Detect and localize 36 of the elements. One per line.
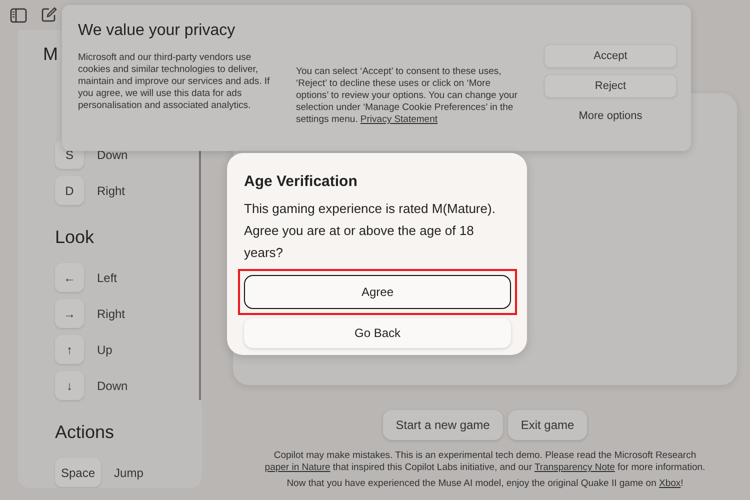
action-label: Right <box>97 306 126 320</box>
dialog-title: Age Verification <box>244 173 358 190</box>
key-cap: → <box>55 299 84 328</box>
key-cap: ↑ <box>55 335 84 364</box>
banner-text: Microsoft and our third-party vendors use cookies and similar technologies to deliver, maintain and improve our services and ads. If you agree, we will use this data for ads personalisation and associated analytics. <box>78 52 271 113</box>
key-cap: D <box>55 176 84 205</box>
sidebar-icon[interactable] <box>10 8 27 22</box>
action-label: Down <box>97 148 128 162</box>
action-label: Right <box>97 184 126 198</box>
dialog-message: This gaming experience is rated M(Mature). Agree you are at or above the age of 18 years? <box>244 200 496 262</box>
action-label: Left <box>97 270 118 284</box>
banner-title: We value your privacy <box>78 22 236 40</box>
dialog-button[interactable]: Agree <box>244 275 511 309</box>
section-heading: M <box>43 44 58 66</box>
footer-link[interactable]: Transparency Note <box>534 462 615 473</box>
footer-link[interactable]: Xbox <box>659 478 681 489</box>
dialog-button[interactable]: Go Back <box>244 318 511 348</box>
game-button[interactable]: Exit game <box>508 410 588 440</box>
footer-text: Copilot may make mistakes. This is an experimental tech demo. Please read the Microsoft Research paper in Nature that inspired this Copilot Labs initiative, and our Transparency Note for more information. <box>264 450 706 474</box>
action-label: Down <box>97 378 128 392</box>
privacy-link[interactable]: Privacy Statement <box>360 114 438 125</box>
footer-link[interactable]: paper in Nature <box>264 462 330 473</box>
footer-text: Now that you have experienced the Muse AI model, enjoy the original Quake II game on Xbox! <box>286 478 684 490</box>
game-button[interactable]: Start a new game <box>382 410 503 440</box>
compose-icon[interactable] <box>41 7 57 23</box>
banner-button[interactable]: Reject <box>544 74 677 98</box>
section-heading: Actions <box>55 422 114 444</box>
banner-button[interactable]: Accept <box>544 44 677 68</box>
key-cap: Space <box>55 458 102 487</box>
action-label: Jump <box>114 466 144 480</box>
key-cap: ↓ <box>55 371 84 400</box>
key-cap: ← <box>55 263 84 292</box>
action-label: Up <box>97 342 112 356</box>
section-heading: Look <box>55 227 94 249</box>
banner-button[interactable]: More options <box>544 104 677 128</box>
banner-text: You can select ‘Accept’ to consent to these uses, ‘Reject’ to decline these uses or click on ‘More options’ to review your options. You can change your selection under ‘Manage Cookie Preferences’ in the settings menu. Privacy Statement <box>296 66 518 127</box>
